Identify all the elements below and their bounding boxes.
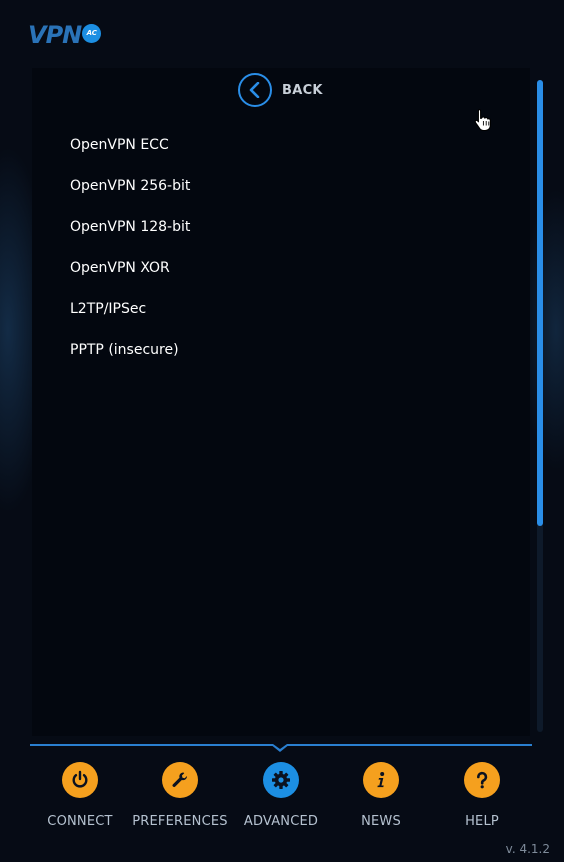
vpn-app-window: VPN AC BACK OpenVPN ECC OpenVPN 256-bit … xyxy=(0,0,564,862)
protocol-list: OpenVPN ECC OpenVPN 256-bit OpenVPN 128-… xyxy=(70,126,190,372)
nav-active-indicator-inner xyxy=(273,744,287,749)
power-icon xyxy=(62,762,98,798)
nav-news-label: NEWS xyxy=(361,814,401,829)
info-icon xyxy=(363,762,399,798)
nav-connect-label: CONNECT xyxy=(47,814,113,829)
nav-news[interactable]: NEWS xyxy=(326,760,436,829)
wrench-icon xyxy=(162,762,198,798)
protocol-item-l2tp-ipsec[interactable]: L2TP/IPSec xyxy=(70,290,190,331)
question-icon xyxy=(464,762,500,798)
version-label: v. 4.1.2 xyxy=(505,842,550,856)
protocol-item-openvpn-128[interactable]: OpenVPN 128-bit xyxy=(70,208,190,249)
back-label: BACK xyxy=(282,82,323,98)
logo-badge: AC xyxy=(82,23,102,43)
bottom-nav: CONNECT PREFERENCES ADVANCED NEWS HELP xyxy=(30,760,532,830)
chevron-left-icon xyxy=(238,73,272,107)
hand-cursor-icon xyxy=(474,108,492,136)
protocol-item-openvpn-256[interactable]: OpenVPN 256-bit xyxy=(70,167,190,208)
gear-icon xyxy=(263,762,299,798)
logo-text: VPN xyxy=(28,21,82,49)
nav-preferences-label: PREFERENCES xyxy=(132,814,228,829)
scrollbar-thumb[interactable] xyxy=(537,80,543,526)
nav-connect[interactable]: CONNECT xyxy=(25,760,135,829)
nav-preferences[interactable]: PREFERENCES xyxy=(125,760,235,829)
protocol-item-openvpn-xor[interactable]: OpenVPN XOR xyxy=(70,249,190,290)
protocol-item-openvpn-ecc[interactable]: OpenVPN ECC xyxy=(70,126,190,167)
vpn-ac-logo: VPN AC xyxy=(28,20,102,50)
back-button[interactable]: BACK xyxy=(238,72,323,108)
nav-help-label: HELP xyxy=(465,814,499,829)
protocol-item-pptp[interactable]: PPTP (insecure) xyxy=(70,331,190,372)
nav-advanced[interactable]: ADVANCED xyxy=(226,760,336,829)
nav-help[interactable]: HELP xyxy=(427,760,537,829)
nav-advanced-label: ADVANCED xyxy=(243,814,319,829)
